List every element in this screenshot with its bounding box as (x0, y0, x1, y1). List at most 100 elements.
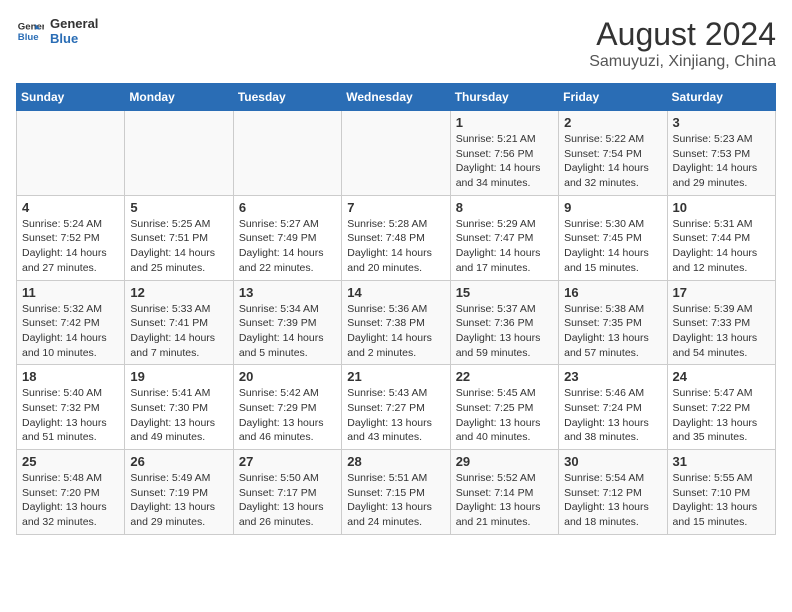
day-of-week-header: Thursday (450, 84, 558, 111)
day-detail: Sunrise: 5:30 AM Sunset: 7:45 PM Dayligh… (564, 217, 661, 276)
calendar-cell: 6 Sunrise: 5:27 AM Sunset: 7:49 PM Daylig… (233, 195, 341, 280)
day-number: 1 (456, 115, 553, 130)
day-detail: Sunrise: 5:41 AM Sunset: 7:30 PM Dayligh… (130, 386, 227, 445)
day-detail: Sunrise: 5:40 AM Sunset: 7:32 PM Dayligh… (22, 386, 119, 445)
day-detail: Sunrise: 5:32 AM Sunset: 7:42 PM Dayligh… (22, 302, 119, 361)
logo-general: General (50, 16, 98, 31)
day-detail: Sunrise: 5:42 AM Sunset: 7:29 PM Dayligh… (239, 386, 336, 445)
calendar-week-row: 1 Sunrise: 5:21 AM Sunset: 7:56 PM Daylig… (17, 111, 776, 196)
day-of-week-header: Tuesday (233, 84, 341, 111)
day-detail: Sunrise: 5:46 AM Sunset: 7:24 PM Dayligh… (564, 386, 661, 445)
calendar-cell: 1 Sunrise: 5:21 AM Sunset: 7:56 PM Daylig… (450, 111, 558, 196)
day-detail: Sunrise: 5:39 AM Sunset: 7:33 PM Dayligh… (673, 302, 770, 361)
calendar-cell: 30 Sunrise: 5:54 AM Sunset: 7:12 PM Dayli… (559, 450, 667, 535)
logo-icon: General Blue (16, 17, 44, 45)
day-detail: Sunrise: 5:38 AM Sunset: 7:35 PM Dayligh… (564, 302, 661, 361)
day-of-week-header: Sunday (17, 84, 125, 111)
day-of-week-header: Wednesday (342, 84, 450, 111)
calendar-cell: 15 Sunrise: 5:37 AM Sunset: 7:36 PM Dayli… (450, 280, 558, 365)
calendar-cell: 26Sunrise: 5:49 AM Sunset: 7:19 PM Dayli… (125, 450, 233, 535)
day-detail: Sunrise: 5:27 AM Sunset: 7:49 PM Dayligh… (239, 217, 336, 276)
title-block: August 2024 Samuyuzi, Xinjiang, China (589, 16, 776, 71)
day-number: 17 (673, 285, 770, 300)
calendar-table: SundayMondayTuesdayWednesdayThursdayFrid… (16, 83, 776, 535)
svg-text:Blue: Blue (18, 32, 39, 43)
page-header: General Blue General Blue August 2024 Sa… (16, 16, 776, 71)
day-detail: Sunrise: 5:34 AM Sunset: 7:39 PM Dayligh… (239, 302, 336, 361)
calendar-cell: 20 Sunrise: 5:42 AM Sunset: 7:29 PM Dayli… (233, 365, 341, 450)
day-detail: Sunrise: 5:52 AM Sunset: 7:14 PM Dayligh… (456, 471, 553, 530)
day-number: 7 (347, 200, 444, 215)
calendar-cell: 8Sunrise: 5:29 AM Sunset: 7:47 PM Daylig… (450, 195, 558, 280)
calendar-cell: 17 Sunrise: 5:39 AM Sunset: 7:33 PM Dayli… (667, 280, 775, 365)
day-detail: Sunrise: 5:43 AM Sunset: 7:27 PM Dayligh… (347, 386, 444, 445)
calendar-cell: 23 Sunrise: 5:46 AM Sunset: 7:24 PM Dayli… (559, 365, 667, 450)
calendar-cell: 25Sunrise: 5:48 AM Sunset: 7:20 PM Dayli… (17, 450, 125, 535)
day-detail: Sunrise: 5:51 AM Sunset: 7:15 PM Dayligh… (347, 471, 444, 530)
calendar-title: August 2024 (589, 16, 776, 53)
day-number: 14 (347, 285, 444, 300)
day-number: 10 (673, 200, 770, 215)
day-number: 18 (22, 369, 119, 384)
day-number: 30 (564, 454, 661, 469)
logo-blue: Blue (50, 31, 98, 46)
day-number: 8 (456, 200, 553, 215)
calendar-cell: 22 Sunrise: 5:45 AM Sunset: 7:25 PM Dayli… (450, 365, 558, 450)
day-detail: Sunrise: 5:55 AM Sunset: 7:10 PM Dayligh… (673, 471, 770, 530)
day-detail: Sunrise: 5:22 AM Sunset: 7:54 PM Dayligh… (564, 132, 661, 191)
calendar-week-row: 18 Sunrise: 5:40 AM Sunset: 7:32 PM Dayli… (17, 365, 776, 450)
calendar-cell: 27 Sunrise: 5:50 AM Sunset: 7:17 PM Dayli… (233, 450, 341, 535)
day-number: 16 (564, 285, 661, 300)
day-detail: Sunrise: 5:54 AM Sunset: 7:12 PM Dayligh… (564, 471, 661, 530)
calendar-cell: 21 Sunrise: 5:43 AM Sunset: 7:27 PM Dayli… (342, 365, 450, 450)
day-number: 23 (564, 369, 661, 384)
calendar-cell: 10 Sunrise: 5:31 AM Sunset: 7:44 PM Dayli… (667, 195, 775, 280)
day-detail: Sunrise: 5:50 AM Sunset: 7:17 PM Dayligh… (239, 471, 336, 530)
day-number: 31 (673, 454, 770, 469)
calendar-cell: 24 Sunrise: 5:47 AM Sunset: 7:22 PM Dayli… (667, 365, 775, 450)
day-number: 27 (239, 454, 336, 469)
calendar-cell: 13 Sunrise: 5:34 AM Sunset: 7:39 PM Dayli… (233, 280, 341, 365)
calendar-week-row: 11 Sunrise: 5:32 AM Sunset: 7:42 PM Dayli… (17, 280, 776, 365)
day-number: 4 (22, 200, 119, 215)
day-number: 6 (239, 200, 336, 215)
calendar-cell: 4 Sunrise: 5:24 AM Sunset: 7:52 PM Daylig… (17, 195, 125, 280)
day-number: 20 (239, 369, 336, 384)
day-detail: Sunrise: 5:24 AM Sunset: 7:52 PM Dayligh… (22, 217, 119, 276)
calendar-cell (233, 111, 341, 196)
calendar-cell: 18 Sunrise: 5:40 AM Sunset: 7:32 PM Dayli… (17, 365, 125, 450)
day-detail: Sunrise: 5:47 AM Sunset: 7:22 PM Dayligh… (673, 386, 770, 445)
calendar-cell: 16 Sunrise: 5:38 AM Sunset: 7:35 PM Dayli… (559, 280, 667, 365)
day-of-week-header: Saturday (667, 84, 775, 111)
day-number: 5 (130, 200, 227, 215)
day-detail: Sunrise: 5:21 AM Sunset: 7:56 PM Dayligh… (456, 132, 553, 191)
day-number: 11 (22, 285, 119, 300)
calendar-cell: 11 Sunrise: 5:32 AM Sunset: 7:42 PM Dayli… (17, 280, 125, 365)
day-number: 25 (22, 454, 119, 469)
svg-text:General: General (18, 21, 44, 32)
day-detail: Sunrise: 5:28 AM Sunset: 7:48 PM Dayligh… (347, 217, 444, 276)
calendar-cell: 29 Sunrise: 5:52 AM Sunset: 7:14 PM Dayli… (450, 450, 558, 535)
calendar-week-row: 4 Sunrise: 5:24 AM Sunset: 7:52 PM Daylig… (17, 195, 776, 280)
day-detail: Sunrise: 5:45 AM Sunset: 7:25 PM Dayligh… (456, 386, 553, 445)
day-of-week-header: Friday (559, 84, 667, 111)
calendar-week-row: 25Sunrise: 5:48 AM Sunset: 7:20 PM Dayli… (17, 450, 776, 535)
calendar-cell: 28 Sunrise: 5:51 AM Sunset: 7:15 PM Dayli… (342, 450, 450, 535)
day-number: 26 (130, 454, 227, 469)
day-number: 22 (456, 369, 553, 384)
calendar-subtitle: Samuyuzi, Xinjiang, China (589, 53, 776, 71)
calendar-cell: 31 Sunrise: 5:55 AM Sunset: 7:10 PM Dayli… (667, 450, 775, 535)
day-number: 12 (130, 285, 227, 300)
day-of-week-header: Monday (125, 84, 233, 111)
calendar-cell: 5Sunrise: 5:25 AM Sunset: 7:51 PM Daylig… (125, 195, 233, 280)
day-number: 21 (347, 369, 444, 384)
day-number: 28 (347, 454, 444, 469)
calendar-cell (342, 111, 450, 196)
day-number: 29 (456, 454, 553, 469)
day-detail: Sunrise: 5:36 AM Sunset: 7:38 PM Dayligh… (347, 302, 444, 361)
day-number: 13 (239, 285, 336, 300)
day-number: 15 (456, 285, 553, 300)
day-detail: Sunrise: 5:37 AM Sunset: 7:36 PM Dayligh… (456, 302, 553, 361)
day-detail: Sunrise: 5:31 AM Sunset: 7:44 PM Dayligh… (673, 217, 770, 276)
day-number: 24 (673, 369, 770, 384)
